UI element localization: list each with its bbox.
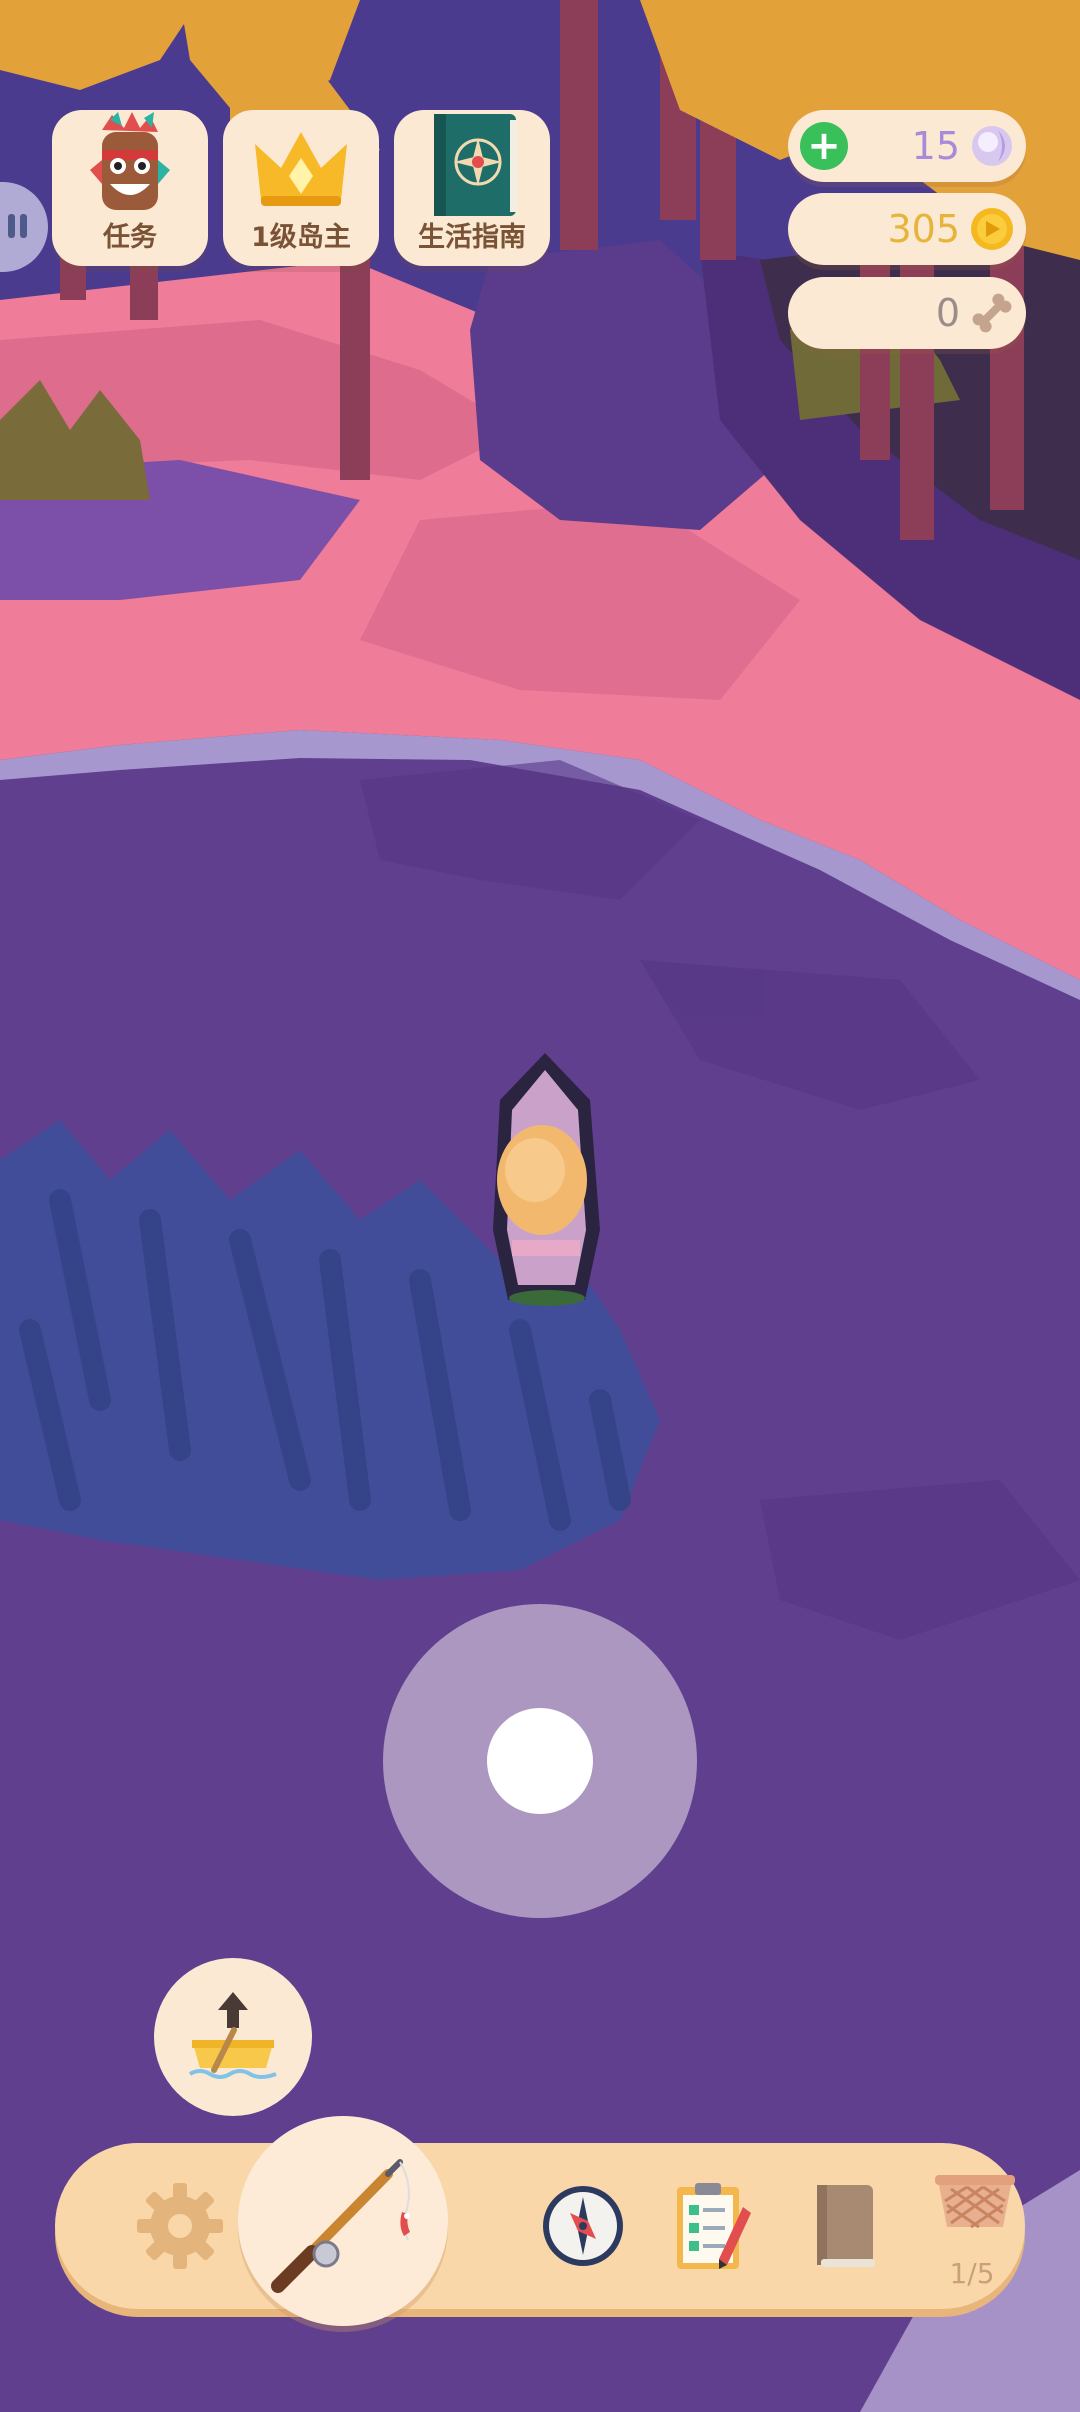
bone-counter: 0 bbox=[788, 277, 1026, 349]
tasks-card[interactable]: 任务 bbox=[52, 110, 208, 266]
quest-checklist-button[interactable] bbox=[647, 2161, 777, 2291]
level-label: 1级岛主 bbox=[251, 222, 351, 253]
plus-icon[interactable]: + bbox=[800, 122, 848, 170]
pearl-icon bbox=[972, 126, 1012, 166]
life-guide-card[interactable]: 生活指南 bbox=[394, 110, 550, 266]
tiki-mask-icon bbox=[90, 112, 170, 210]
gear-icon bbox=[137, 2183, 223, 2269]
bone-icon bbox=[972, 293, 1012, 333]
coin-counter: 305 bbox=[788, 193, 1026, 265]
map-compass-button[interactable] bbox=[518, 2161, 648, 2291]
pause-button[interactable] bbox=[0, 182, 48, 272]
guide-label: 生活指南 bbox=[418, 222, 526, 253]
clipboard-checklist-icon bbox=[677, 2183, 751, 2269]
tasks-label: 任务 bbox=[103, 222, 157, 253]
pearl-counter: + 15 bbox=[788, 110, 1026, 182]
basket-button[interactable]: 1/5 bbox=[907, 2161, 1037, 2291]
pause-icon bbox=[8, 214, 27, 238]
compass-icon bbox=[543, 2186, 623, 2266]
pearl-count: 15 bbox=[911, 124, 960, 168]
coin-count: 305 bbox=[887, 207, 960, 251]
launch-boat-button[interactable] bbox=[154, 1958, 312, 2116]
compass-book-icon bbox=[434, 114, 518, 216]
settings-button[interactable] bbox=[115, 2161, 245, 2291]
island-level-card[interactable]: 1级岛主 bbox=[223, 110, 379, 266]
fishing-rod-icon bbox=[271, 2159, 410, 2293]
bottom-toolbar: 1/5 bbox=[55, 2143, 1025, 2309]
coin-icon bbox=[971, 208, 1013, 250]
basket-count: 1/5 bbox=[949, 2257, 995, 2290]
bone-count: 0 bbox=[935, 291, 960, 335]
book-icon bbox=[817, 2185, 875, 2267]
virtual-joystick[interactable] bbox=[383, 1604, 697, 1918]
crown-icon bbox=[255, 132, 347, 206]
game-scene: 任务 1级岛主 生活指南 + 15 305 0 1/5 bbox=[0, 0, 1080, 2412]
boat-launch-icon bbox=[188, 1992, 277, 2079]
joystick-knob[interactable] bbox=[487, 1708, 593, 1814]
journal-button[interactable] bbox=[777, 2161, 907, 2291]
fishing-button[interactable] bbox=[238, 2116, 448, 2326]
basket-icon bbox=[935, 2175, 1015, 2229]
